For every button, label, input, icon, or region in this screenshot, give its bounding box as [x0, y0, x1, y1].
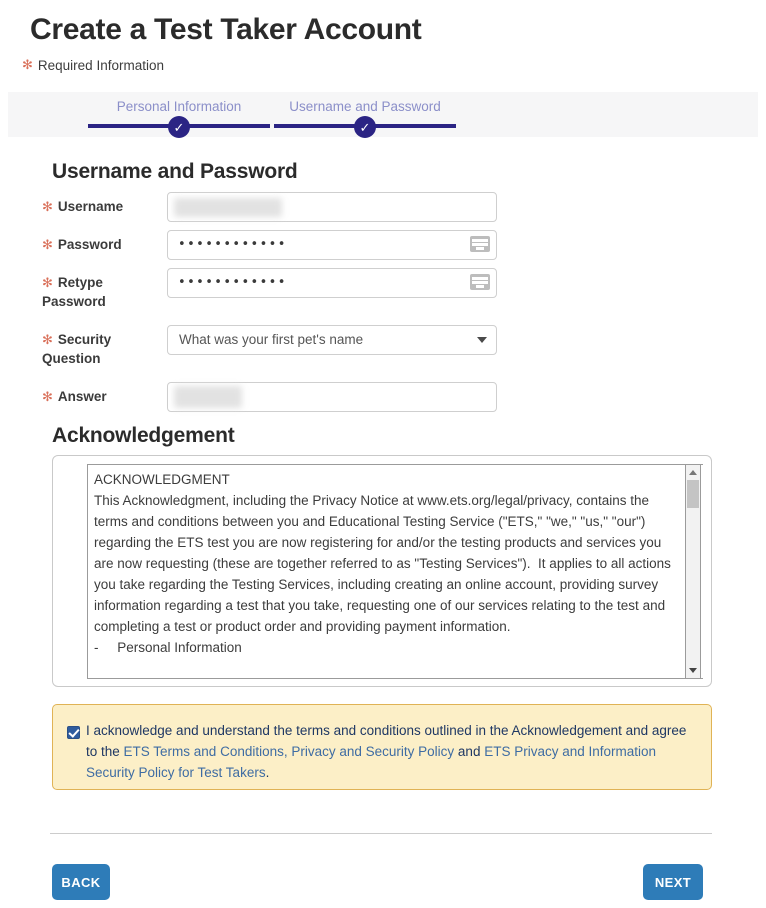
progress-step-username-and-password[interactable]: Username and Password ✓: [274, 92, 456, 138]
required-asterisk-icon: ✻: [42, 275, 53, 290]
required-asterisk-icon: ✻: [22, 57, 33, 72]
field-label-security-question: ✻ Security Question: [42, 330, 137, 368]
required-information-label: Required Information: [37, 58, 164, 73]
password-masked-value: ••••••••••••: [178, 275, 287, 290]
field-label-password: ✻ Password: [42, 235, 160, 254]
chevron-down-icon[interactable]: [477, 337, 487, 343]
section-heading-acknowledgement: Acknowledgement: [52, 424, 235, 447]
security-question-selected-value: What was your first pet's name: [179, 332, 364, 347]
progress-steps-list: Personal Information ✓ Username and Pass…: [88, 92, 460, 138]
redacted-value-overlay: [174, 386, 242, 408]
keyboard-icon[interactable]: [470, 236, 490, 252]
password-input[interactable]: ••••••••••••: [167, 230, 497, 260]
redacted-value-overlay: [174, 198, 282, 217]
next-button[interactable]: NEXT: [643, 864, 703, 900]
acknowledgement-textarea[interactable]: ACKNOWLEDGMENT This Acknowledgment, incl…: [87, 464, 703, 679]
check-icon: ✓: [168, 116, 190, 138]
required-asterisk-icon: ✻: [42, 332, 53, 347]
footer-divider: [50, 833, 712, 834]
acknowledgement-panel: ACKNOWLEDGMENT This Acknowledgment, incl…: [52, 455, 712, 687]
answer-input[interactable]: [167, 382, 497, 412]
consent-text: I acknowledge and understand the terms a…: [86, 720, 699, 783]
password-masked-value: ••••••••••••: [178, 237, 287, 252]
ets-terms-and-conditions-link[interactable]: ETS Terms and Conditions, Privacy and Se…: [124, 744, 455, 759]
field-label-text: Username: [57, 199, 124, 214]
field-label-retype-password: ✻ Retype Password: [42, 273, 132, 311]
scrollbar-thumb[interactable]: [687, 480, 699, 508]
required-asterisk-icon: ✻: [42, 389, 53, 404]
field-label-text: Password: [57, 237, 122, 252]
username-input[interactable]: [167, 192, 497, 222]
check-icon: ✓: [354, 116, 376, 138]
acknowledgement-checkbox[interactable]: [67, 726, 80, 739]
field-label-username: ✻ Username: [42, 197, 160, 216]
back-button[interactable]: BACK: [52, 864, 110, 900]
scroll-up-arrow-icon[interactable]: [689, 470, 697, 475]
consent-text-part-3: .: [265, 765, 270, 780]
consent-panel: I acknowledge and understand the terms a…: [52, 704, 712, 790]
security-question-select[interactable]: What was your first pet's name: [167, 325, 497, 355]
required-asterisk-icon: ✻: [42, 199, 53, 214]
retype-password-input[interactable]: ••••••••••••: [167, 268, 497, 298]
progress-step-personal-information[interactable]: Personal Information ✓: [88, 92, 270, 138]
scroll-down-arrow-icon[interactable]: [689, 668, 697, 673]
field-label-answer: ✻ Answer: [42, 387, 160, 406]
page-title: Create a Test Taker Account: [30, 13, 422, 46]
keyboard-icon[interactable]: [470, 274, 490, 290]
acknowledgement-scrollbar[interactable]: [685, 464, 701, 679]
required-information-note: ✻ Required Information: [0, 50, 766, 75]
consent-text-part-2: and: [454, 744, 485, 759]
progress-stepper: Personal Information ✓ Username and Pass…: [8, 92, 758, 138]
section-heading-username-password: Username and Password: [52, 160, 298, 183]
required-asterisk-icon: ✻: [42, 237, 53, 252]
acknowledgement-text: ACKNOWLEDGMENT This Acknowledgment, incl…: [94, 472, 671, 655]
field-label-text: Answer: [57, 389, 107, 404]
